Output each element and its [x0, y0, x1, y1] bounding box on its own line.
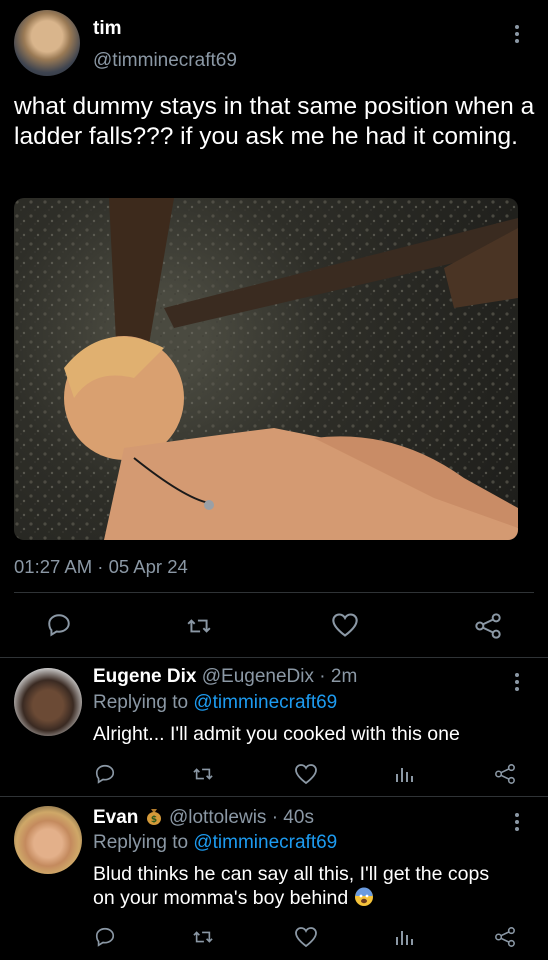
reply-2-replying-prefix: Replying to: [93, 832, 194, 853]
svg-text:$: $: [151, 815, 157, 825]
fearful-face-emoji: [354, 887, 374, 907]
reply-2-mention[interactable]: @timminecraft69: [193, 832, 337, 853]
reply-2-text-line-2-wrap: on your momma's boy behind: [93, 887, 374, 910]
avatar-tim[interactable]: [14, 10, 80, 76]
reply-1-text: Alright... I'll admit you cooked with th…: [93, 723, 460, 745]
divider-reply-1: [0, 796, 548, 797]
reply-1-time: · 2m: [314, 666, 358, 687]
reply-2-text-line-1: Blud thinks he can say all this, I'll ge…: [93, 863, 490, 885]
reply-2-header: Evan $ @lottolewis · 40s: [93, 806, 314, 829]
money-bag-emoji: $: [144, 806, 164, 826]
display-name[interactable]: tim: [93, 18, 122, 40]
reply-1-reply-icon[interactable]: [94, 763, 116, 785]
tweet-text: what dummy stays in that same position w…: [14, 93, 535, 150]
reply-1-share-icon[interactable]: [494, 763, 516, 785]
heart-icon[interactable]: [331, 612, 359, 638]
reply-2-views-icon[interactable]: [394, 927, 414, 947]
reply-2-replying-to: Replying to @timminecraft69: [93, 832, 337, 854]
handle[interactable]: @timminecraft69: [93, 50, 237, 72]
retweet-icon[interactable]: [186, 614, 212, 638]
reply-1-header: Eugene Dix @EugeneDix · 2m: [93, 666, 357, 688]
reply-1-views-icon[interactable]: [394, 764, 414, 784]
reply-2-time: · 40s: [266, 807, 314, 828]
reply-2-display-name[interactable]: Evan: [93, 807, 138, 828]
reply-1-display-name[interactable]: Eugene Dix: [93, 666, 196, 687]
reply-1-retweet-icon[interactable]: [192, 764, 214, 784]
divider-actions: [0, 657, 548, 658]
reply-1-handle[interactable]: @EugeneDix: [202, 666, 314, 687]
reply-1-mention[interactable]: @timminecraft69: [193, 692, 337, 713]
image-content: [14, 198, 518, 540]
reply-2-reply-icon[interactable]: [94, 926, 116, 948]
reply-2-handle[interactable]: @lottolewis: [169, 807, 266, 828]
more-options-icon[interactable]: [514, 22, 520, 46]
reply-2-text-line-2: on your momma's boy behind: [93, 887, 349, 909]
tweet-timestamp: 01:27 AM · 05 Apr 24: [14, 556, 188, 577]
avatar-eugene[interactable]: [14, 668, 82, 736]
reply-2-retweet-icon[interactable]: [192, 927, 214, 947]
share-icon[interactable]: [474, 612, 502, 640]
reply-2-share-icon[interactable]: [494, 926, 516, 948]
reply-1-heart-icon[interactable]: [294, 763, 318, 785]
reply-1-more-icon[interactable]: [514, 670, 520, 694]
divider-timestamp: [14, 592, 534, 593]
avatar-evan[interactable]: [14, 806, 82, 874]
reply-icon[interactable]: [46, 612, 72, 638]
tweet-image[interactable]: [14, 198, 518, 540]
reply-2-more-icon[interactable]: [514, 810, 520, 834]
reply-2-heart-icon[interactable]: [294, 926, 318, 948]
reply-1-replying-prefix: Replying to: [93, 692, 194, 713]
reply-1-replying-to: Replying to @timminecraft69: [93, 692, 337, 714]
